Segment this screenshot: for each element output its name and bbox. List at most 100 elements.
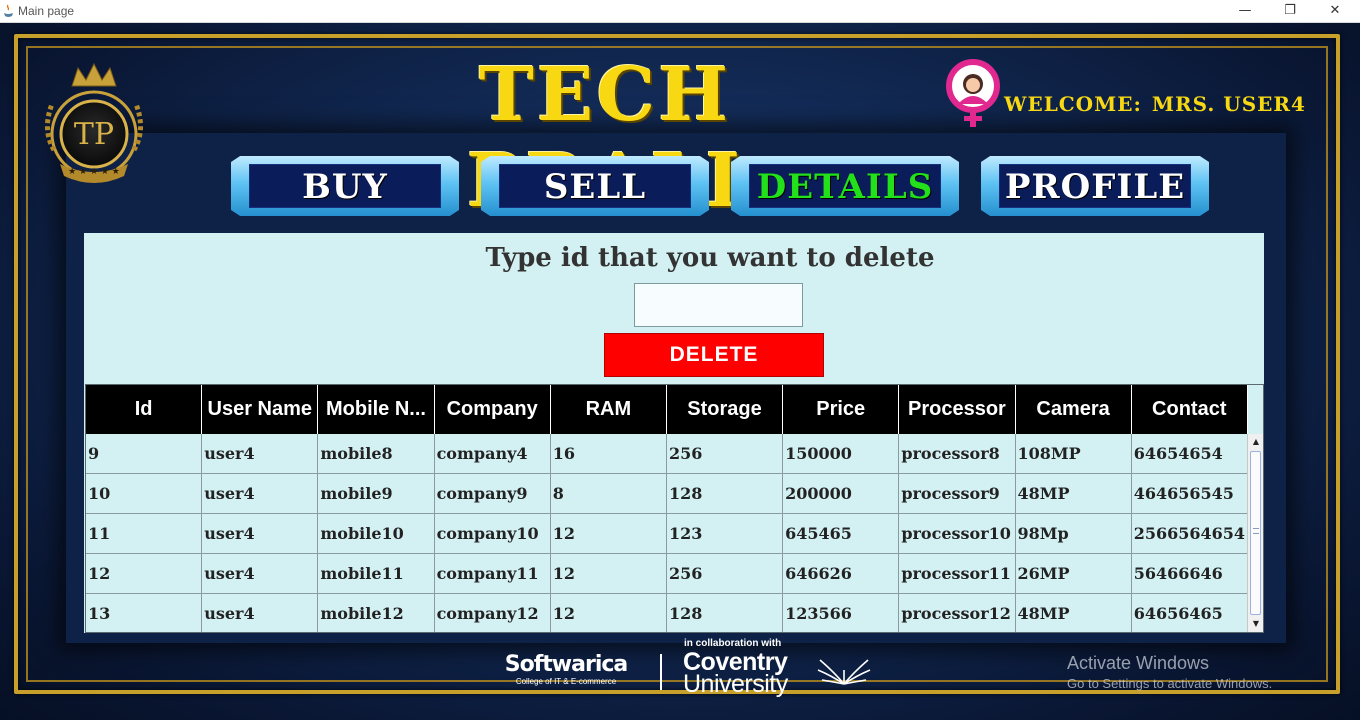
table-cell[interactable]: 11 — [86, 514, 203, 554]
table-cell[interactable]: processor8 — [899, 434, 1016, 474]
table-cell[interactable]: 48MP — [1016, 594, 1132, 632]
table-cell[interactable]: 12 — [551, 554, 667, 594]
column-header[interactable]: RAM — [550, 385, 667, 434]
table-cell[interactable]: user4 — [202, 554, 319, 594]
scroll-grip-icon — [1253, 528, 1259, 534]
delete-prompt-text: Type id that you want to delete — [485, 243, 935, 273]
nav-buy-button[interactable]: BUY — [231, 156, 459, 216]
scroll-up-arrow-icon[interactable]: ▲ — [1248, 434, 1263, 450]
table-cell[interactable]: user4 — [202, 434, 319, 474]
table-cell[interactable]: processor11 — [899, 554, 1016, 594]
table-cell[interactable]: company10 — [435, 514, 551, 554]
table-cell[interactable]: user4 — [202, 474, 319, 514]
table-cell[interactable]: company9 — [435, 474, 551, 514]
table-cell[interactable]: 98Mp — [1016, 514, 1132, 554]
table-cell[interactable]: company11 — [435, 554, 551, 594]
table-cell[interactable]: 10 — [86, 474, 203, 514]
nav-sell-label: SELL — [499, 164, 691, 208]
table-row[interactable]: 10 user4 mobile9 company9 8 128 200000 processo… — [86, 474, 1248, 514]
column-header[interactable]: Mobile N... — [318, 385, 435, 434]
logo-monogram: TP — [74, 117, 114, 152]
table-cell[interactable]: 200000 — [783, 474, 900, 514]
table-cell[interactable]: processor12 — [899, 594, 1016, 632]
welcome-label: WELCOME: — [1004, 92, 1142, 116]
activate-windows-watermark: Activate Windows Go to Settings to activ… — [1067, 652, 1272, 694]
column-header[interactable]: Contact — [1131, 385, 1248, 434]
table-row[interactable]: 13 user4 mobile12 company12 12 128 123566 proce… — [86, 594, 1248, 632]
table-cell[interactable]: 128 — [667, 594, 784, 632]
table-cell[interactable]: mobile11 — [318, 554, 435, 594]
column-header[interactable]: Company — [434, 385, 551, 434]
nav-profile-button[interactable]: PROFILE — [981, 156, 1209, 216]
table-row[interactable]: 12 user4 mobile11 company11 12 256 646626 proce… — [86, 554, 1248, 594]
table-cell[interactable]: company4 — [435, 434, 551, 474]
column-header[interactable]: Processor — [899, 385, 1016, 434]
table-vertical-scrollbar[interactable]: ▲ ▼ — [1247, 434, 1263, 632]
softwarica-logo: Softwarica College of IT & E-commerce — [490, 652, 642, 686]
table-cell[interactable]: user4 — [202, 594, 319, 632]
table-row[interactable]: 9 user4 mobile8 company4 16 256 150000 processo… — [86, 434, 1248, 474]
maximize-button[interactable]: ❐ — [1267, 0, 1313, 23]
minimize-button[interactable]: — — [1222, 0, 1268, 23]
delete-button[interactable]: DELETE — [604, 333, 824, 377]
table-cell[interactable]: company12 — [435, 594, 551, 632]
nav-details-button[interactable]: DETAILS — [731, 156, 959, 216]
tp-crown-logo-icon: ★ ★ ★ ★ ★ TP — [45, 62, 143, 183]
table-cell[interactable]: 123 — [667, 514, 784, 554]
table-cell[interactable]: 2566564654 — [1132, 514, 1248, 554]
table-cell[interactable]: 12 — [551, 594, 667, 632]
table-cell[interactable]: 56466646 — [1132, 554, 1248, 594]
table-cell[interactable]: 16 — [551, 434, 667, 474]
table-cell[interactable]: 64654654 — [1132, 434, 1248, 474]
table-cell[interactable]: mobile8 — [318, 434, 435, 474]
phoenix-wings-icon — [817, 659, 871, 685]
scroll-thumb[interactable] — [1250, 451, 1261, 615]
window-title: Main page — [18, 4, 75, 18]
close-button[interactable]: ✕ — [1312, 0, 1358, 23]
table-cell[interactable]: 8 — [551, 474, 667, 514]
table-cell[interactable]: 464656545 — [1132, 474, 1248, 514]
footer-divider — [660, 654, 662, 690]
scroll-down-arrow-icon[interactable]: ▼ — [1248, 616, 1263, 632]
table-cell[interactable]: 12 — [551, 514, 667, 554]
welcome-username: MRS. USER4 — [1151, 92, 1306, 116]
table-cell[interactable]: mobile9 — [318, 474, 435, 514]
table-cell[interactable]: 256 — [667, 554, 784, 594]
svg-text:★ ★ ★ ★ ★: ★ ★ ★ ★ ★ — [68, 167, 120, 177]
nav-details-label: DETAILS — [749, 164, 941, 208]
table-cell[interactable]: 646626 — [783, 554, 900, 594]
table-cell[interactable]: 12 — [86, 554, 203, 594]
column-header[interactable]: Price — [783, 385, 900, 434]
nav-sell-button[interactable]: SELL — [481, 156, 709, 216]
welcome-message: WELCOME: MRS. USER4 — [1004, 92, 1316, 116]
table-cell[interactable]: mobile10 — [318, 514, 435, 554]
table-header-row: Id User Name Mobile N... Company RAM Storage P… — [86, 385, 1248, 434]
nav-buy-label: BUY — [249, 164, 441, 208]
column-header[interactable]: Id — [86, 385, 203, 434]
column-header[interactable]: User Name — [202, 385, 319, 434]
column-header[interactable]: Camera — [1015, 385, 1132, 434]
delete-id-input[interactable] — [634, 283, 803, 327]
table-cell[interactable]: 9 — [86, 434, 203, 474]
table-cell[interactable]: 108MP — [1016, 434, 1132, 474]
table-cell[interactable]: 26MP — [1016, 554, 1132, 594]
female-user-avatar-icon — [946, 59, 1000, 127]
table-cell[interactable]: 150000 — [783, 434, 900, 474]
table-cell[interactable]: mobile12 — [318, 594, 435, 632]
table-cell[interactable]: processor9 — [899, 474, 1016, 514]
coventry-university-logo: Coventry University — [683, 650, 788, 698]
table-cell[interactable]: user4 — [202, 514, 319, 554]
table-cell[interactable]: processor10 — [899, 514, 1016, 554]
coventry-line2: University — [683, 670, 788, 698]
table-row[interactable]: 11 user4 mobile10 company10 12 123 645465 proce… — [86, 514, 1248, 554]
table-cell[interactable]: 123566 — [783, 594, 900, 632]
column-header[interactable]: Storage — [666, 385, 784, 434]
table-cell[interactable]: 13 — [86, 594, 203, 632]
table-cell[interactable]: 645465 — [783, 514, 900, 554]
table-cell[interactable]: 128 — [667, 474, 784, 514]
table-cell[interactable]: 256 — [667, 434, 784, 474]
softwarica-name: Softwarica — [504, 652, 629, 677]
mobile-details-table: Id User Name Mobile N... Company RAM Storage P… — [85, 384, 1264, 633]
table-cell[interactable]: 64656465 — [1132, 594, 1248, 632]
table-cell[interactable]: 48MP — [1016, 474, 1132, 514]
